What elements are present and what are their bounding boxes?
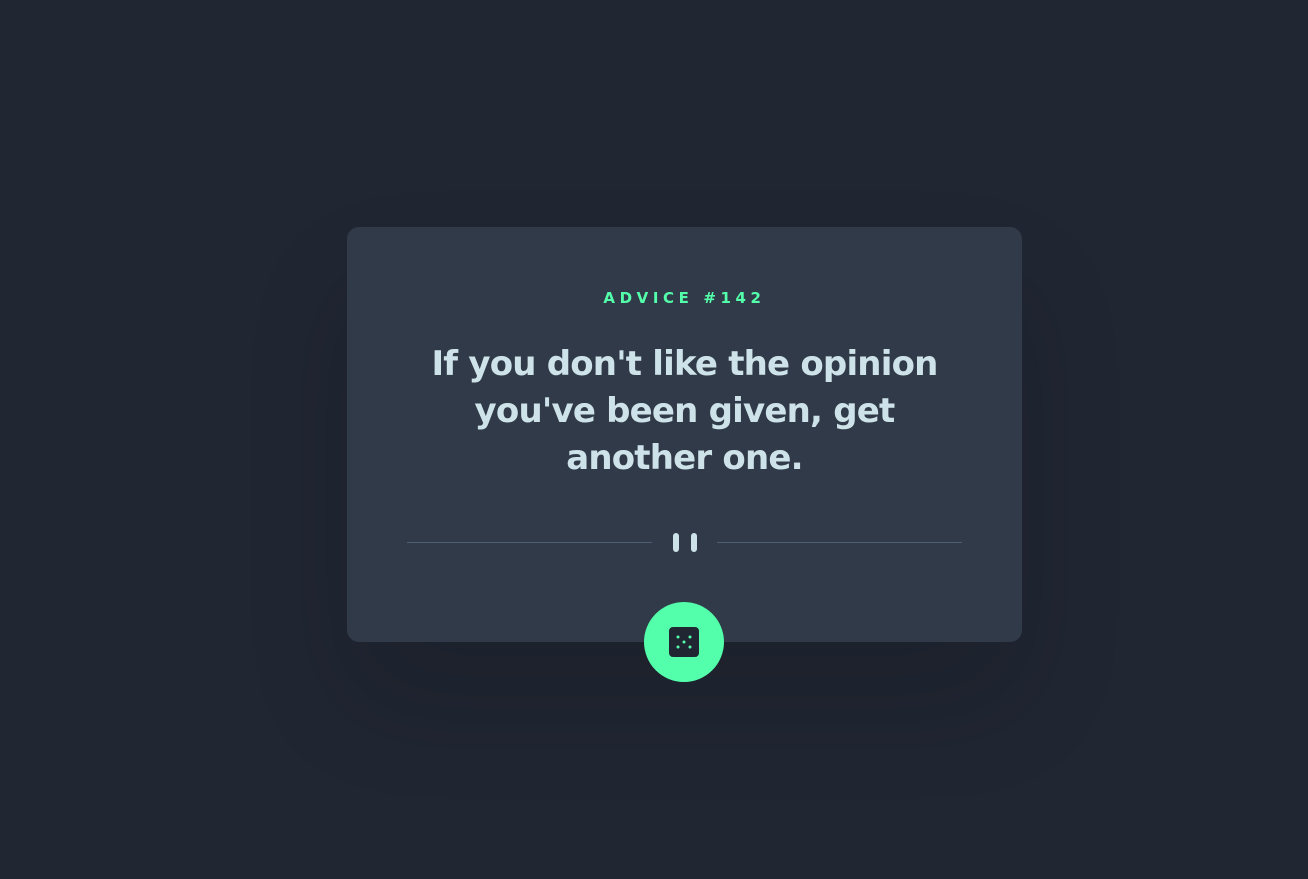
pattern-divider bbox=[407, 531, 962, 553]
pause-bar-left bbox=[672, 533, 679, 552]
divider-line-left bbox=[407, 542, 652, 543]
divider-line-right bbox=[717, 542, 962, 543]
page: ADVICE #142 If you don't like the opinio… bbox=[0, 0, 1308, 879]
generate-advice-button[interactable] bbox=[644, 602, 724, 682]
advice-card: ADVICE #142 If you don't like the opinio… bbox=[347, 227, 1022, 642]
dice-icon bbox=[669, 627, 699, 657]
advice-quote: If you don't like the opinion you've bee… bbox=[431, 344, 938, 478]
advice-id: ADVICE #142 bbox=[603, 289, 766, 307]
pause-icon bbox=[672, 531, 698, 553]
pause-bar-right bbox=[690, 533, 697, 552]
